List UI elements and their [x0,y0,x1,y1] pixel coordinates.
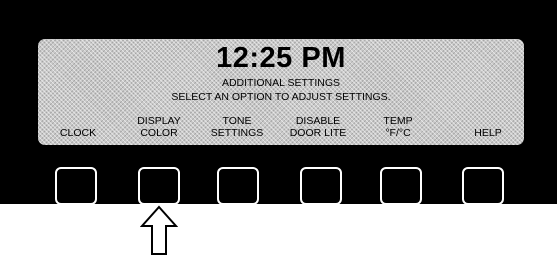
option-disable-door-lite-label: DISABLE DOOR LITE [289,115,347,139]
time-display: 12:25 PM [216,42,346,74]
up-arrow-icon [140,205,178,255]
option-tone-settings-label: TONE SETTINGS [210,115,264,139]
help-button[interactable] [462,167,504,205]
option-help-label: HELP [474,127,502,139]
lcd-display: 12:25 PM ADDITIONAL SETTINGS SELECT AN O… [38,39,524,145]
temp-unit-button[interactable] [380,167,422,205]
option-display-color-label: DISPLAY COLOR [137,115,181,139]
settings-instruction: SELECT AN OPTION TO ADJUST SETTINGS. [171,91,391,103]
display-color-button[interactable] [138,167,180,205]
disable-door-lite-button[interactable] [300,167,342,205]
option-temp-unit-label: TEMP °F/°C [383,115,413,139]
tone-settings-button[interactable] [217,167,259,205]
settings-title: ADDITIONAL SETTINGS [221,77,341,89]
control-panel: 12:25 PM ADDITIONAL SETTINGS SELECT AN O… [0,0,557,205]
option-clock-label: CLOCK [59,127,97,139]
clock-button[interactable] [55,167,97,205]
